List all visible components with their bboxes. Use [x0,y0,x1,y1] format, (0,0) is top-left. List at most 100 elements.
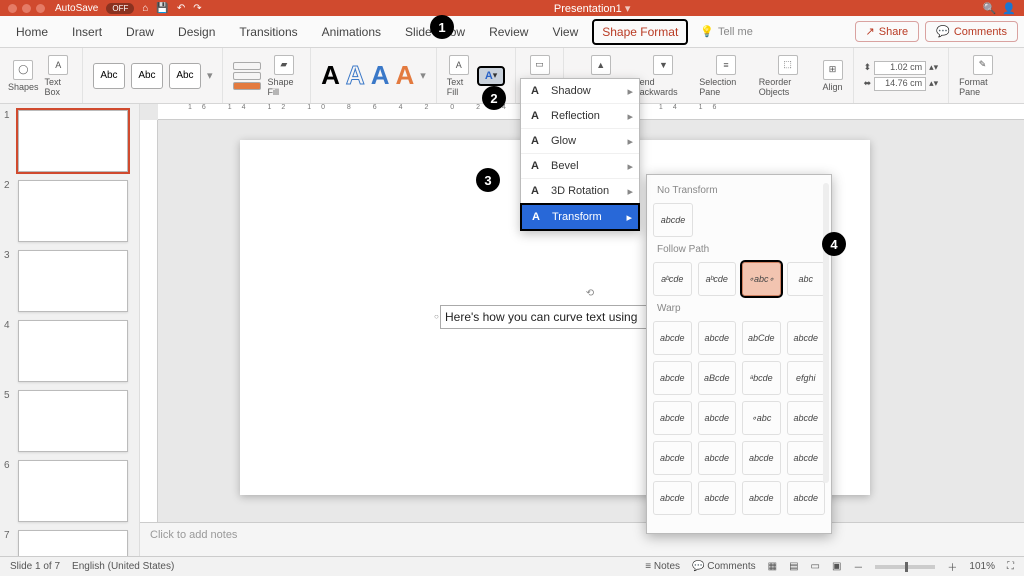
chevron-down-icon[interactable]: ▾ [420,69,426,82]
text-effects-button[interactable]: A▾ [477,66,505,86]
undo-icon[interactable]: ↶ [177,3,185,14]
warp-opt[interactable]: efghi [787,361,826,395]
wordart-style-3[interactable]: A [371,60,390,91]
effect-glow[interactable]: AGlow▸ [521,129,639,154]
transform-arch-down[interactable]: aᵇcde [698,262,737,296]
transform-arch-up[interactable]: aᵇcde [653,262,692,296]
text-fill-button[interactable]: AText Fill [447,55,471,97]
wordart-style-4[interactable]: A [395,60,414,91]
fill-swatch[interactable] [233,62,261,70]
warp-opt[interactable]: abCde [742,321,781,355]
slide-thumb-3[interactable] [18,250,128,312]
fit-to-window-icon[interactable]: ⛶ [1007,561,1014,572]
zoom-out-button[interactable]: － [853,559,863,574]
warp-opt[interactable]: abcde [653,401,692,435]
gallery-scrollbar[interactable] [823,183,829,483]
reorder-icon: ⬚ [778,55,798,75]
language-status[interactable]: English (United States) [72,561,174,572]
save-icon[interactable]: 💾 [156,3,168,14]
search-icon[interactable]: 🔍 [983,2,997,15]
notes-toggle[interactable]: ≡ Notes [645,561,680,572]
effect-3d-rotation[interactable]: A3D Rotation▸ [521,179,639,204]
rotate-handle-icon[interactable]: ⟲ [586,288,594,299]
reorder-objects-button[interactable]: ⬚Reorder Objects [759,55,817,97]
tab-review[interactable]: Review [479,19,538,45]
text-box-button[interactable]: AText Box [45,55,72,97]
zoom-slider[interactable] [875,565,935,569]
warp-opt[interactable]: abcde [742,481,781,515]
warp-opt[interactable]: ᵃbcde [742,361,781,395]
effect-reflection[interactable]: AReflection▸ [521,104,639,129]
redo-icon[interactable]: ↷ [193,3,201,14]
tab-view[interactable]: View [542,19,588,45]
view-normal-icon[interactable]: ▦ [768,561,777,572]
slide-thumb-5[interactable] [18,390,128,452]
warp-opt[interactable]: abcde [698,481,737,515]
share-button[interactable]: ↗Share [855,21,920,42]
shape-style-2[interactable]: Abc [131,63,163,89]
view-slideshow-icon[interactable]: ▣ [832,561,841,572]
warp-opt[interactable]: abcde [787,441,826,475]
comments-toggle[interactable]: 💬 Comments [692,561,756,572]
transform-none[interactable]: abcde [653,203,693,237]
slide-thumb-4[interactable] [18,320,128,382]
effects-swatch[interactable] [233,82,261,90]
tab-animations[interactable]: Animations [312,19,391,45]
effect-bevel[interactable]: ABevel▸ [521,154,639,179]
warp-opt[interactable]: abcde [787,401,826,435]
slide-thumb-2[interactable] [18,180,128,242]
warp-opt[interactable]: abcde [742,441,781,475]
warp-opt[interactable]: abcde [698,401,737,435]
outline-swatch[interactable] [233,72,261,80]
sel-pane-icon: ≡ [716,55,736,75]
tab-insert[interactable]: Insert [62,19,112,45]
warp-opt[interactable]: abcde [698,321,737,355]
slide-thumbnail-pane[interactable]: 1 2 3 4 5 6 7WHAT'S THE DIFF [0,104,140,556]
comments-button[interactable]: 💬Comments [925,21,1018,42]
format-pane-button[interactable]: ✎Format Pane [959,55,1006,97]
warp-opt[interactable]: abcde [653,441,692,475]
slide-thumb-6[interactable] [18,460,128,522]
tab-shape-format[interactable]: Shape Format [592,19,688,45]
window-controls[interactable] [8,4,45,13]
wordart-style-2[interactable]: A [346,60,365,91]
zoom-value[interactable]: 101% [969,561,995,572]
send-backward-button[interactable]: ▼Send Backwards [634,55,694,97]
warp-opt[interactable]: abcde [787,321,826,355]
tab-home[interactable]: Home [6,19,58,45]
shape-style-1[interactable]: Abc [93,63,125,89]
warp-opt[interactable]: aBcde [698,361,737,395]
shapes-button[interactable]: ◯Shapes [8,60,39,92]
wordart-style-1[interactable]: A [321,60,340,91]
warp-opt[interactable]: abcde [698,441,737,475]
transform-circle[interactable]: ∘abc∘ [742,262,781,296]
warp-opt[interactable]: abcde [787,481,826,515]
tell-me-search[interactable]: 💡Tell me [692,25,761,38]
home-icon[interactable]: ⌂ [142,3,148,14]
tab-design[interactable]: Design [168,19,225,45]
warp-opt[interactable]: abcde [653,321,692,355]
width-input[interactable]: 14.76 cm [874,77,926,91]
slide-thumb-7[interactable]: WHAT'S THE DIFF [18,530,128,556]
warp-opt[interactable]: abcde [653,481,692,515]
shape-fill-button[interactable]: ▰Shape Fill [267,55,300,97]
view-sorter-icon[interactable]: ▤ [789,561,798,572]
align-button[interactable]: ⊞Align [823,60,843,92]
selection-pane-button[interactable]: ≡Selection Pane [699,55,752,97]
warp-opt[interactable]: ∘abc [742,401,781,435]
notes-pane[interactable]: Click to add notes [140,522,1024,556]
tab-transitions[interactable]: Transitions [229,19,307,45]
user-icon[interactable]: 👤 [1002,2,1016,15]
height-input[interactable]: 1.02 cm [874,61,926,75]
effect-shadow[interactable]: AShadow▸ [521,79,639,104]
zoom-in-button[interactable]: ＋ [947,559,957,574]
view-reading-icon[interactable]: ▭ [811,561,820,572]
effect-transform[interactable]: ATransform▸ [520,203,640,231]
transform-button[interactable]: abc [787,262,826,296]
shape-style-3[interactable]: Abc [169,63,201,89]
chevron-down-icon[interactable]: ▾ [207,69,213,82]
tab-draw[interactable]: Draw [116,19,164,45]
slide-thumb-1[interactable] [18,110,128,172]
warp-opt[interactable]: abcde [653,361,692,395]
autosave-toggle[interactable]: OFF [106,3,134,14]
